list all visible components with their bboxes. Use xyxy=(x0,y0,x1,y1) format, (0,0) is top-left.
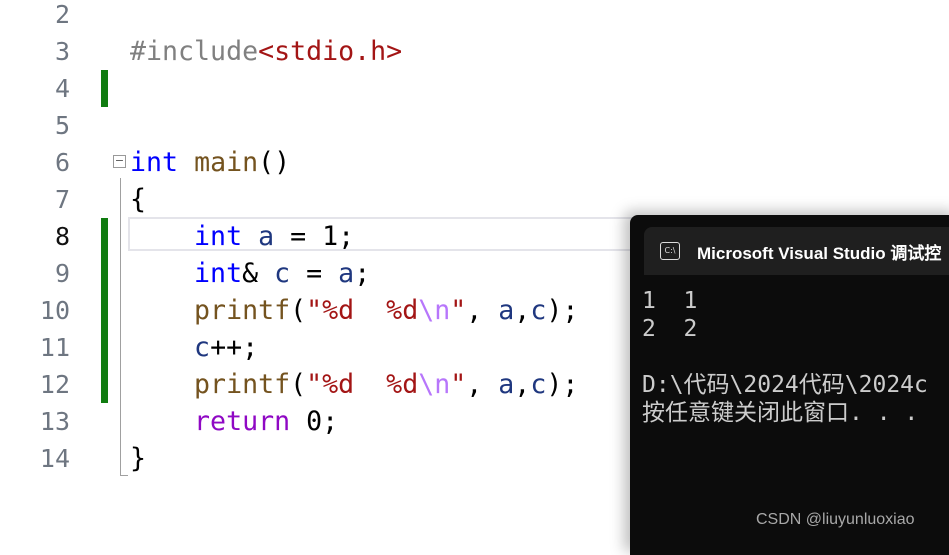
line-number: 2 xyxy=(54,0,70,29)
line-number: 14 xyxy=(39,444,70,473)
code-token: & xyxy=(242,258,275,289)
line-number: 7 xyxy=(54,185,70,214)
code-token: ++; xyxy=(210,332,259,363)
code-token: \n xyxy=(418,295,451,326)
code-token: c xyxy=(130,332,211,363)
line-number: 12 xyxy=(39,370,70,399)
code-line[interactable]: } xyxy=(130,440,146,477)
code-line[interactable]: return 0; xyxy=(130,403,338,440)
console-title: Microsoft Visual Studio 调试控 xyxy=(697,244,942,263)
code-line[interactable]: printf("%d %d\n", a,c); xyxy=(130,366,578,403)
indent-guide xyxy=(120,178,121,476)
code-line[interactable]: { xyxy=(130,181,146,218)
code-line[interactable]: int a = 1; xyxy=(130,218,354,255)
code-token: return xyxy=(130,406,291,437)
code-token: <stdio.h> xyxy=(258,36,403,67)
code-line[interactable]: printf("%d %d\n", a,c); xyxy=(130,292,578,329)
line-number: 4 xyxy=(54,74,70,103)
code-token: a xyxy=(258,221,275,252)
code-token: "%d %d xyxy=(306,369,419,400)
change-indicator xyxy=(101,70,108,107)
code-token: main xyxy=(194,147,259,178)
code-token: a xyxy=(498,369,515,400)
collapse-icon[interactable]: − xyxy=(113,155,126,168)
code-line[interactable]: c++; xyxy=(130,329,258,366)
line-number: 11 xyxy=(39,333,70,362)
line-number: 6 xyxy=(54,148,70,177)
code-token: int xyxy=(130,147,179,178)
watermark: CSDN @liuyunluoxiao xyxy=(756,511,915,528)
change-indicator xyxy=(101,366,108,403)
code-token: 0; xyxy=(290,406,339,437)
code-token: { xyxy=(130,184,147,215)
code-token: " xyxy=(450,369,467,400)
line-number: 5 xyxy=(54,111,70,140)
code-token: c xyxy=(530,369,547,400)
code-token: int xyxy=(130,258,243,289)
code-token: c xyxy=(530,295,547,326)
code-token: a xyxy=(338,258,355,289)
code-token: a xyxy=(498,295,515,326)
code-token: ); xyxy=(546,295,579,326)
code-token: , xyxy=(514,295,531,326)
line-number: 3 xyxy=(54,37,70,66)
change-indicator xyxy=(101,255,108,292)
code-token: int xyxy=(130,221,243,252)
code-token: ; xyxy=(354,258,371,289)
code-line[interactable]: int main() xyxy=(130,144,290,181)
code-token: "%d %d xyxy=(306,295,419,326)
code-line[interactable]: #include<stdio.h> xyxy=(130,33,402,70)
code-token: #include xyxy=(130,36,259,67)
line-number: 10 xyxy=(39,296,70,325)
code-token: printf xyxy=(130,295,291,326)
code-token: , xyxy=(466,295,499,326)
change-indicator xyxy=(101,329,108,366)
change-indicator xyxy=(101,218,108,255)
line-number: 13 xyxy=(39,407,70,436)
code-token: () xyxy=(258,147,291,178)
code-token: } xyxy=(130,443,147,474)
code-token: c xyxy=(274,258,291,289)
change-indicator xyxy=(101,292,108,329)
code-token: , xyxy=(466,369,499,400)
line-number: 8 xyxy=(54,222,70,251)
code-token: = xyxy=(290,258,339,289)
code-token: ( xyxy=(290,295,307,326)
code-token: = 1; xyxy=(274,221,355,252)
code-token: ( xyxy=(290,369,307,400)
line-number: 9 xyxy=(54,259,70,288)
console-icon: C:\ xyxy=(660,242,680,260)
code-token: ); xyxy=(546,369,579,400)
code-token: " xyxy=(450,295,467,326)
code-token: \n xyxy=(418,369,451,400)
console-output: 1 1 2 2 D:\代码\2024代码\2024c 按任意键关闭此窗口. . … xyxy=(642,288,928,426)
code-token: , xyxy=(514,369,531,400)
code-line[interactable]: int& c = a; xyxy=(130,255,370,292)
indent-guide-end xyxy=(120,475,128,476)
code-token: printf xyxy=(130,369,291,400)
console-window[interactable]: C:\ Microsoft Visual Studio 调试控 1 1 2 2 … xyxy=(630,215,949,555)
